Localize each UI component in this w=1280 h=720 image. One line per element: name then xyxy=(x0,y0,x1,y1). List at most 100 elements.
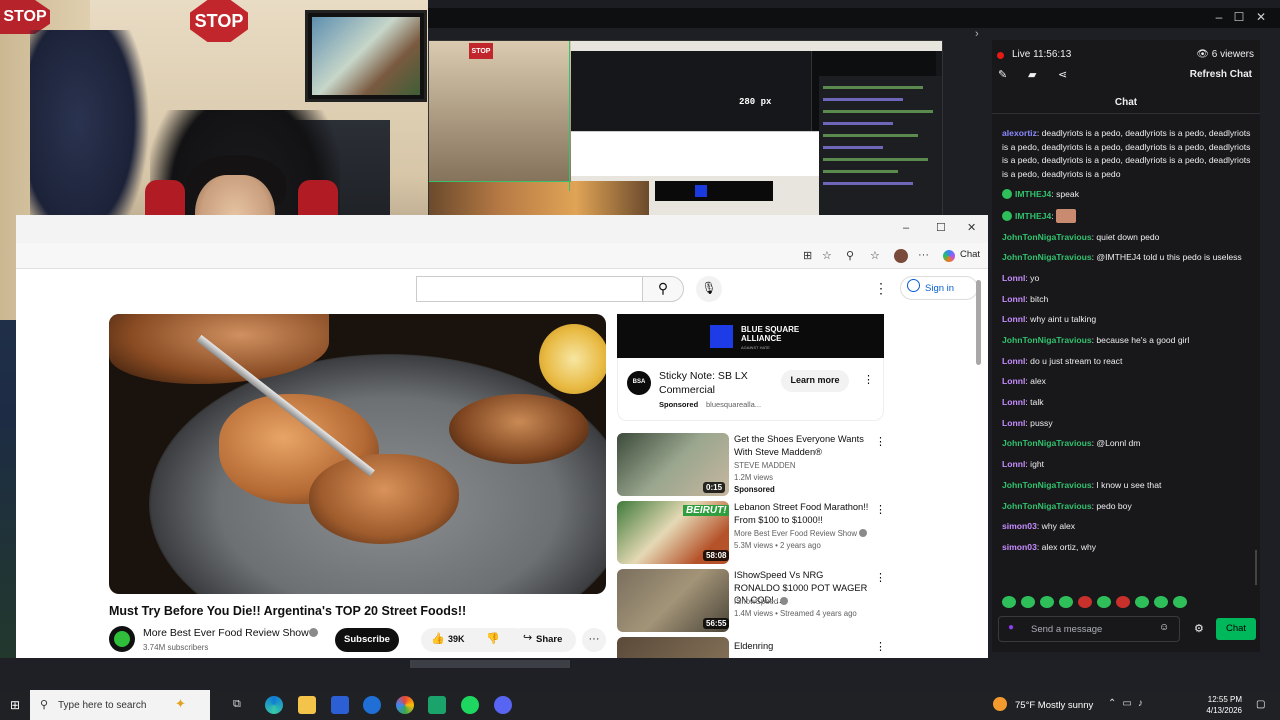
emote-icon[interactable] xyxy=(1040,596,1054,608)
video-player[interactable] xyxy=(109,314,606,594)
minimize-icon[interactable]: – xyxy=(1208,10,1230,24)
copilot-icon[interactable] xyxy=(943,250,955,262)
weather-icon[interactable] xyxy=(993,697,1007,711)
chrome-icon[interactable] xyxy=(396,696,414,714)
chat-send-button[interactable]: Chat xyxy=(1216,618,1256,640)
chat-username[interactable]: IMTHEJ4 xyxy=(1015,189,1051,199)
recommendation-channel[interactable]: More Best Ever Food Review Show xyxy=(734,529,868,538)
channel-text[interactable]: IShowSpeed xyxy=(734,597,778,606)
clock[interactable]: 12:55 PM 4/13/2026 xyxy=(1202,694,1242,716)
chat-username[interactable]: Lonnl xyxy=(1002,314,1025,324)
recommendation-item[interactable]: 56:55 IShowSpeed Vs NRG RONALDO $1000 PO… xyxy=(617,569,887,633)
recommendation-title[interactable]: Eldenring xyxy=(734,640,869,653)
emoji-icon[interactable]: ☺ xyxy=(1159,622,1169,633)
notifications-icon[interactable]: ▢ xyxy=(1256,699,1265,710)
weather-text[interactable]: 75°F Mostly sunny xyxy=(1015,700,1093,711)
chat-input[interactable]: Send a message xyxy=(998,616,1180,642)
chat-username[interactable]: JohnTonNigaTravious xyxy=(1002,438,1092,448)
voice-search-icon[interactable]: 🎙 xyxy=(696,276,722,302)
apps-icon[interactable]: ⊞ xyxy=(803,249,812,262)
chat-username[interactable]: JohnTonNigaTravious xyxy=(1002,335,1092,345)
search-input[interactable] xyxy=(416,276,642,302)
chat-username[interactable]: JohnTonNigaTravious xyxy=(1002,252,1092,262)
ad-menu-icon[interactable]: ⋮ xyxy=(863,373,874,386)
store-icon[interactable] xyxy=(331,696,349,714)
maximize-icon[interactable]: ☐ xyxy=(1228,10,1250,24)
recommendation-item[interactable]: 0:15 Get the Shoes Everyone Wants With S… xyxy=(617,433,887,497)
recommendation-channel[interactable]: IShowSpeed xyxy=(734,597,789,606)
recommendation-title[interactable]: Lebanon Street Food Marathon!! From $100… xyxy=(734,501,869,526)
mail-icon[interactable] xyxy=(363,696,381,714)
emote-icon[interactable] xyxy=(1154,596,1168,608)
channel-name[interactable]: More Best Ever Food Review Show xyxy=(143,627,309,639)
chat-username[interactable]: simon03 xyxy=(1002,521,1037,531)
channel-avatar[interactable] xyxy=(109,626,135,652)
emote-icon[interactable] xyxy=(1059,596,1073,608)
recommendation-menu-icon[interactable]: ⋮ xyxy=(875,503,886,516)
emote-icon[interactable] xyxy=(1021,596,1035,608)
channel-text[interactable]: More Best Ever Food Review Show xyxy=(734,529,857,538)
emote-icon[interactable] xyxy=(1078,596,1092,608)
more-actions-button[interactable]: ··· xyxy=(582,628,606,652)
ad-title[interactable]: Sticky Note: SB LX Commercial xyxy=(659,369,779,397)
system-tray-icons[interactable]: ⌃▭♪ xyxy=(1108,698,1149,709)
close-icon[interactable]: ✕ xyxy=(967,221,976,234)
recommendation-menu-icon[interactable]: ⋮ xyxy=(875,435,886,448)
chat-username[interactable]: Lonnl xyxy=(1002,418,1025,428)
more-options-icon[interactable]: ⋮ xyxy=(874,280,888,297)
recommendation-menu-icon[interactable]: ⋮ xyxy=(875,640,886,653)
file-explorer-icon[interactable] xyxy=(298,696,316,714)
preview-canvas[interactable]: STOP 280 px xyxy=(428,40,943,218)
share-icon[interactable]: ⋖ xyxy=(1058,68,1067,81)
emote-icon[interactable] xyxy=(1135,596,1149,608)
task-view-icon[interactable]: ⧉ xyxy=(233,698,241,711)
recommendation-thumbnail[interactable] xyxy=(617,637,729,658)
copilot-chat-label[interactable]: Chat xyxy=(960,249,980,260)
thumbs-up-icon[interactable]: 👍 xyxy=(431,632,445,645)
mic-icon[interactable]: ● xyxy=(1008,622,1014,633)
chat-username[interactable]: JohnTonNigaTravious xyxy=(1002,501,1092,511)
browser-menu-icon[interactable]: ··· xyxy=(918,249,929,261)
share-icon[interactable]: ↪ xyxy=(523,631,532,644)
recommendation-item[interactable]: Eldenring ⋮ xyxy=(617,637,887,658)
chat-username[interactable]: simon03 xyxy=(1002,542,1037,552)
discord-icon[interactable] xyxy=(494,696,512,714)
windows-start-icon[interactable]: ⊞ xyxy=(10,698,20,712)
chevron-right-icon[interactable]: › xyxy=(975,28,979,40)
chat-username[interactable]: IMTHEJ4 xyxy=(1015,211,1051,221)
pencil-icon[interactable]: ✎ xyxy=(998,68,1007,81)
emote-icon[interactable] xyxy=(1097,596,1111,608)
spotify-icon[interactable] xyxy=(461,696,479,714)
chat-username[interactable]: Lonnl xyxy=(1002,397,1025,407)
browser-scrollbar[interactable] xyxy=(976,280,981,365)
refresh-chat-button[interactable]: Refresh Chat xyxy=(1190,69,1252,80)
chat-username[interactable]: Lonnl xyxy=(1002,273,1025,283)
chat-username[interactable]: Lonnl xyxy=(1002,376,1025,386)
recommendation-menu-icon[interactable]: ⋮ xyxy=(875,571,886,584)
search-icon[interactable]: ⚲ xyxy=(642,276,684,302)
favorite-star-icon[interactable]: ☆ xyxy=(822,249,832,262)
chat-username[interactable]: Lonnl xyxy=(1002,356,1025,366)
folder-icon[interactable]: ▰ xyxy=(1028,68,1036,81)
learn-more-button[interactable]: Learn more xyxy=(781,370,849,392)
emote-icon[interactable] xyxy=(1173,596,1187,608)
share-button[interactable]: Share xyxy=(510,628,576,652)
recommendation-title[interactable]: Get the Shoes Everyone Wants With Steve … xyxy=(734,433,869,458)
recommendation-item[interactable]: BEIRUT! 58:08 Lebanon Street Food Marath… xyxy=(617,501,887,565)
profile-avatar[interactable] xyxy=(894,249,908,263)
edge-icon[interactable] xyxy=(265,696,283,714)
favorites-icon[interactable]: ☆ xyxy=(870,249,880,262)
chat-username[interactable]: JohnTonNigaTravious xyxy=(1002,232,1092,242)
close-icon[interactable]: ✕ xyxy=(1250,10,1272,24)
emote-icon[interactable] xyxy=(1116,596,1130,608)
chat-username[interactable]: Lonnl xyxy=(1002,459,1025,469)
emote-icon[interactable] xyxy=(1002,596,1016,608)
thumbs-down-icon[interactable]: 👎 xyxy=(486,632,500,645)
taskbar-search-placeholder[interactable]: Type here to search xyxy=(58,700,146,711)
app-icon[interactable] xyxy=(428,696,446,714)
subscribe-button[interactable]: Subscribe xyxy=(335,628,399,652)
chat-username[interactable]: Lonnl xyxy=(1002,294,1025,304)
chat-username[interactable]: alexortiz xyxy=(1002,128,1037,138)
chat-scrollbar[interactable] xyxy=(1255,550,1257,585)
maximize-icon[interactable]: ☐ xyxy=(936,221,946,234)
